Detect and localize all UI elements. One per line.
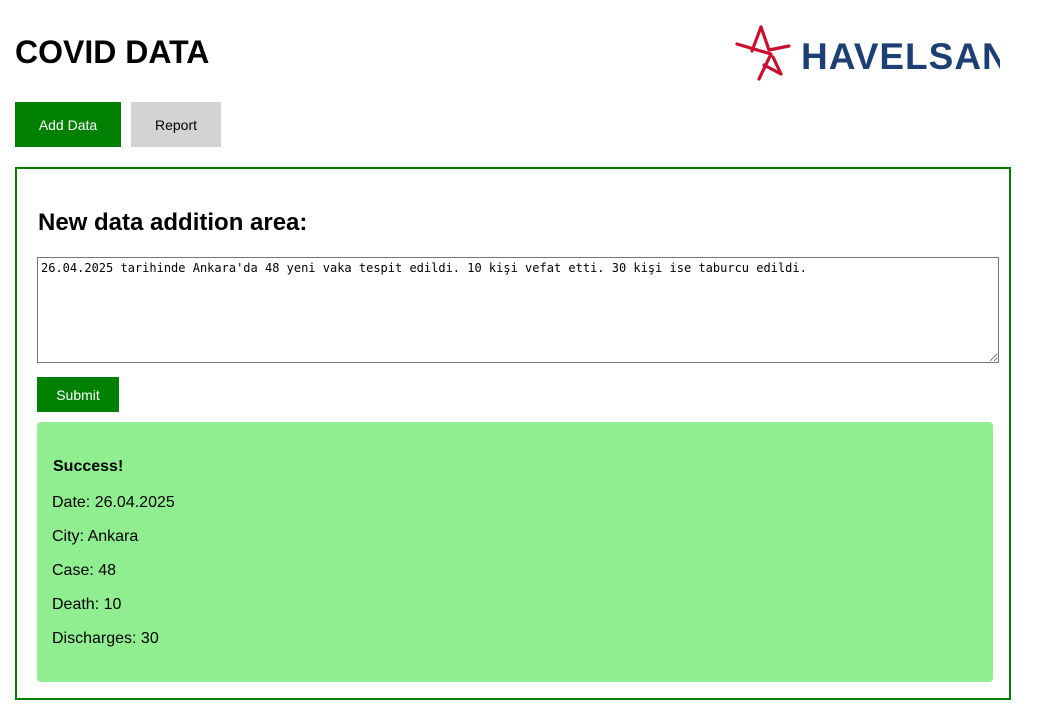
submit-button[interactable]: Submit	[37, 377, 119, 412]
havelsan-star-logo-icon: HAVELSAN	[735, 25, 1009, 81]
havelsan-logo: HAVELSAN	[735, 24, 1009, 84]
success-heading: Success!	[53, 458, 124, 475]
result-discharges: Discharges: 30	[52, 630, 159, 647]
logo-wordmark: HAVELSAN	[801, 36, 1000, 77]
add-data-button[interactable]: Add Data	[15, 102, 121, 147]
result-city: City: Ankara	[52, 528, 139, 545]
result-date: Date: 26.04.2025	[52, 494, 175, 511]
result-case: Case: 48	[52, 562, 117, 579]
data-textarea[interactable]	[37, 257, 999, 363]
page-title: COVID DATA	[15, 34, 210, 70]
section-title: New data addition area:	[38, 209, 308, 236]
success-message-box: Success! Date: 26.04.2025 City: Ankara C…	[37, 422, 993, 682]
data-addition-panel: New data addition area: Submit Success! …	[15, 167, 1011, 700]
report-button[interactable]: Report	[131, 102, 221, 147]
result-death: Death: 10	[52, 596, 122, 613]
